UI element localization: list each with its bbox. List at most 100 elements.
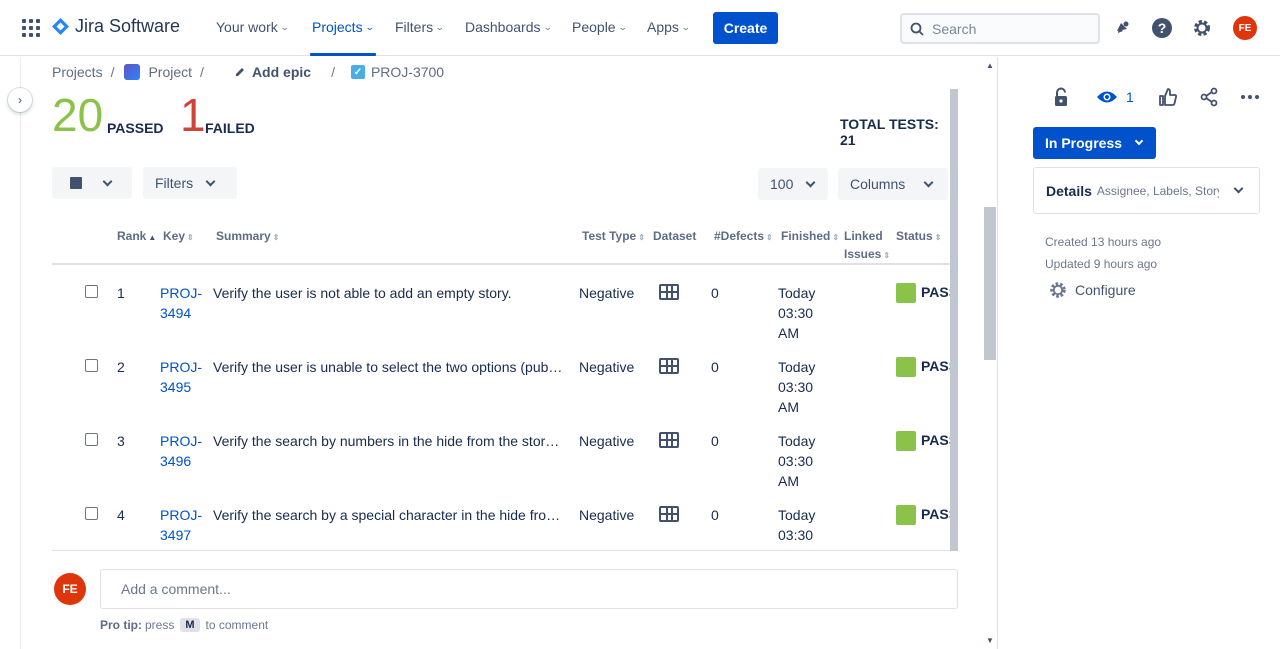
row-checkbox[interactable]: [85, 359, 98, 372]
row-test-type: Negative: [579, 359, 635, 375]
chevron-down-icon: ⌄: [680, 21, 691, 32]
dataset-table-icon[interactable]: [659, 358, 679, 374]
dataset-table-icon[interactable]: [659, 432, 679, 448]
nav-projects[interactable]: Projects ⌄: [312, 19, 375, 35]
sort-icon: ⇕: [766, 233, 773, 242]
row-summary[interactable]: Verify the user is unable to select the …: [213, 357, 563, 377]
filters-label: Filters: [155, 175, 194, 191]
create-button[interactable]: Create: [713, 12, 778, 44]
nav-filters[interactable]: Filters ⌄: [395, 19, 445, 35]
share-icon[interactable]: [1199, 86, 1219, 108]
row-summary[interactable]: Verify the search by a special character…: [213, 505, 563, 525]
row-key[interactable]: PROJ- 3495: [160, 357, 202, 397]
dataset-table-icon[interactable]: [659, 284, 679, 300]
table-row[interactable]: 3 PROJ- 3496 Verify the search by numbers…: [52, 419, 958, 493]
scroll-up-arrow-icon[interactable]: ▲: [986, 61, 994, 70]
nav-your-work[interactable]: Your work ⌄: [216, 19, 289, 35]
watchers-count: 1: [1126, 89, 1134, 105]
col-summary-label: Summary: [216, 229, 271, 243]
sort-icon: ⇕: [638, 233, 645, 242]
columns-label: Columns: [850, 176, 906, 192]
breadcrumb-issue[interactable]: ✓ PROJ-3700: [350, 64, 444, 80]
col-finished[interactable]: Finished ⇕: [781, 227, 839, 247]
pro-tip: Pro tip: press M to comment: [100, 618, 268, 632]
user-avatar[interactable]: FE: [1233, 16, 1257, 40]
scroll-down-arrow-icon[interactable]: ▼: [986, 636, 994, 645]
thumbs-up-icon[interactable]: [1158, 86, 1178, 108]
add-comment-input[interactable]: Add a comment...: [100, 569, 958, 609]
status-transition-button[interactable]: In Progress: [1033, 127, 1156, 159]
col-status[interactable]: Status ⇕: [896, 227, 941, 247]
row-test-type: Negative: [579, 507, 635, 523]
nav-apps[interactable]: Apps ⌄: [647, 19, 691, 35]
protip-rest: to comment: [205, 618, 269, 632]
sort-asc-icon: ▲: [148, 233, 157, 242]
breadcrumb-projects[interactable]: Projects: [52, 64, 103, 80]
dataset-table-icon[interactable]: [659, 506, 679, 522]
configure-button[interactable]: Configure: [1049, 281, 1136, 299]
page-scrollbar[interactable]: ▲ ▼: [984, 57, 998, 649]
finished-line: 03:30: [778, 453, 814, 469]
settings-gear-icon[interactable]: [1190, 16, 1214, 40]
col-key[interactable]: Key ⇕: [163, 227, 194, 247]
chevron-down-icon: ⌄: [364, 21, 375, 32]
configure-label: Configure: [1075, 282, 1136, 298]
row-key-part: 3496: [160, 453, 192, 469]
expand-sidebar-button[interactable]: ›: [8, 88, 32, 112]
col-summary[interactable]: Summary ⇕: [216, 227, 279, 247]
breadcrumb-separator: /: [110, 64, 115, 80]
watch-button[interactable]: 1: [1096, 86, 1134, 108]
finished-line: Today: [778, 507, 816, 523]
help-icon[interactable]: ?: [1150, 16, 1174, 40]
search-box[interactable]: [900, 13, 1100, 44]
jira-logo[interactable]: Jira Software: [52, 16, 180, 37]
row-key[interactable]: PROJ- 3494: [160, 283, 202, 323]
columns-button[interactable]: Columns: [838, 168, 948, 200]
more-actions-icon[interactable]: [1240, 86, 1260, 108]
col-rank-label: Rank: [117, 229, 147, 243]
table-row[interactable]: 2 PROJ- 3495 Verify the user is unable to…: [52, 345, 958, 419]
row-defects: 0: [711, 507, 719, 523]
row-key[interactable]: PROJ- 3496: [160, 431, 202, 471]
sort-icon: ⇕: [272, 233, 280, 242]
col-rank[interactable]: Rank ▲: [117, 227, 156, 247]
row-summary[interactable]: Verify the user is not able to add an em…: [213, 283, 563, 303]
row-summary[interactable]: Verify the search by numbers in the hide…: [213, 431, 563, 451]
total-tests: TOTAL TESTS: 21: [840, 116, 939, 148]
app-switcher-icon[interactable]: [22, 19, 40, 37]
col-test-type[interactable]: Test Type ⇕: [582, 227, 645, 247]
details-panel-toggle[interactable]: Details Assignee, Labels, Story Points: [1033, 167, 1260, 214]
row-finished: Today 03:30 AM: [778, 431, 815, 491]
col-linked-label-2: Issues: [844, 247, 882, 261]
search-input[interactable]: [932, 20, 1082, 37]
col-defects[interactable]: #Defects ⇕: [714, 227, 773, 247]
brand-name: Jira Software: [75, 16, 181, 36]
jira-logo-icon: [52, 18, 69, 35]
breadcrumb-project[interactable]: Project: [148, 64, 192, 80]
bulk-select-dropdown[interactable]: [52, 167, 132, 199]
row-test-type: Negative: [579, 433, 635, 449]
nav-dashboards[interactable]: Dashboards ⌄: [465, 19, 552, 35]
col-linked-issues[interactable]: Linked Issues ⇕: [844, 227, 890, 265]
failed-label: FAILED: [205, 120, 255, 136]
updated-timestamp: Updated 9 hours ago: [1045, 257, 1158, 271]
row-checkbox[interactable]: [85, 507, 98, 520]
nav-label: People: [572, 19, 616, 35]
row-checkbox[interactable]: [85, 285, 98, 298]
nav-people[interactable]: People ⌄: [572, 19, 627, 35]
row-checkbox[interactable]: [85, 433, 98, 446]
scrollbar-thumb[interactable]: [984, 207, 996, 360]
table-row[interactable]: 1 PROJ- 3494 Verify the user is not able …: [52, 271, 958, 345]
table-scrollbar[interactable]: [950, 89, 958, 551]
lock-icon[interactable]: [1052, 86, 1070, 108]
row-key[interactable]: PROJ- 3497: [160, 505, 202, 545]
col-test-type-label: Test Type: [582, 229, 637, 243]
breadcrumb: Projects / Project / Add epic / ✓ PROJ-3…: [52, 64, 444, 80]
add-epic-link[interactable]: Add epic: [234, 64, 311, 80]
notifications-icon[interactable]: [1110, 16, 1134, 40]
page-size-select[interactable]: 100: [758, 168, 828, 200]
row-key-part: PROJ-: [160, 507, 202, 523]
filters-button[interactable]: Filters: [143, 167, 237, 199]
row-rank: 1: [117, 285, 125, 301]
table-row[interactable]: 4 PROJ- 3497 Verify the search by a speci…: [52, 493, 958, 550]
